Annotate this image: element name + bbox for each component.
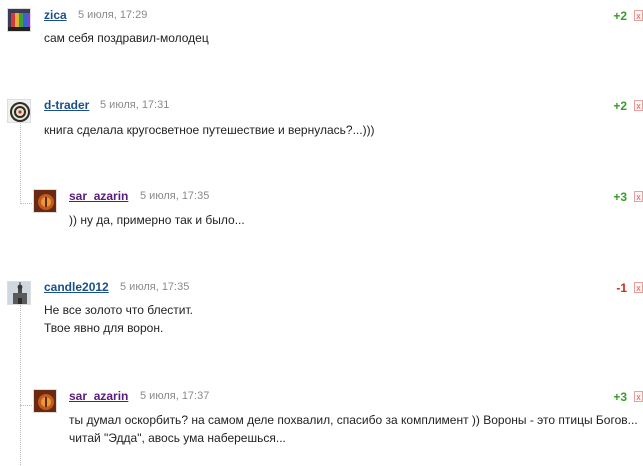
- comment-score: +3: [613, 390, 627, 404]
- thread-line: [20, 122, 21, 204]
- comment-author[interactable]: sar_azarin: [69, 189, 128, 203]
- close-icon[interactable]: x: [634, 100, 643, 111]
- avatar-emblem-icon: [34, 190, 56, 212]
- comment-text: ты думал оскорбить? на самом деле похвал…: [69, 413, 638, 445]
- avatar[interactable]: [33, 389, 57, 413]
- close-icon[interactable]: x: [634, 282, 643, 293]
- comment-date: 5 июля, 17:37: [140, 390, 210, 402]
- comment-date: 5 июля, 17:35: [120, 281, 190, 293]
- avatar-flag-icon: [8, 9, 30, 31]
- close-icon[interactable]: x: [634, 391, 643, 402]
- comment-text: сам себя поздравил-молодец: [44, 31, 209, 45]
- comment-date: 5 июля, 17:35: [140, 190, 210, 202]
- comment-score: -1: [616, 281, 627, 295]
- comment-text: книга сделала кругосветное путешествие и…: [44, 123, 375, 137]
- thread-line: [20, 305, 21, 465]
- avatar[interactable]: [7, 281, 31, 305]
- thread-line: [20, 405, 32, 406]
- avatar-church-icon: [8, 282, 30, 304]
- avatar-emblem-icon: [34, 390, 56, 412]
- close-icon[interactable]: x: [634, 191, 643, 202]
- comment-text: )) ну да, примерно так и было...: [69, 213, 245, 227]
- comment-text: Не все золото что блестит. Твое явно для…: [44, 303, 193, 335]
- avatar-dartboard-icon: [8, 100, 30, 122]
- avatar[interactable]: [7, 99, 31, 123]
- comment-author[interactable]: d-trader: [44, 98, 89, 112]
- comment-author[interactable]: zica: [44, 8, 67, 22]
- comment-date: 5 июля, 17:29: [78, 9, 148, 21]
- comment-date: 5 июля, 17:31: [100, 99, 170, 111]
- comment-score: +3: [613, 190, 627, 204]
- thread-line: [20, 203, 32, 204]
- comment-score: +2: [613, 9, 627, 23]
- comment-score: +2: [613, 99, 627, 113]
- avatar[interactable]: [7, 8, 31, 32]
- comment-author[interactable]: sar_azarin: [69, 389, 128, 403]
- close-icon[interactable]: x: [634, 10, 643, 21]
- avatar[interactable]: [33, 189, 57, 213]
- comment-author[interactable]: candle2012: [44, 280, 109, 294]
